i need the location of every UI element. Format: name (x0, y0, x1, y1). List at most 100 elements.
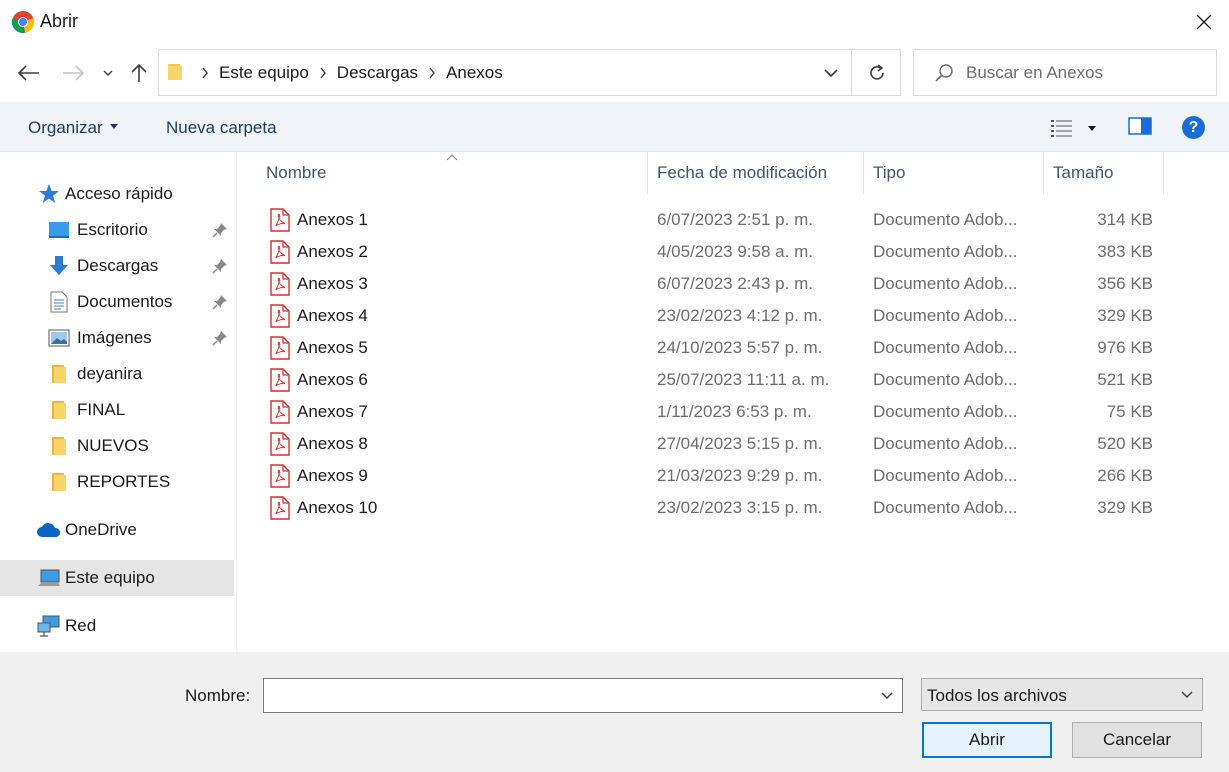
nav-label: Este equipo (65, 568, 155, 587)
nav-label: REPORTES (77, 472, 171, 491)
file-row[interactable]: Anexos 8 27/04/2023 5:15 p. m. Documento A… (267, 427, 1167, 459)
folder-icon (48, 435, 70, 457)
nav-label: Imágenes (77, 328, 152, 347)
nav-item-nuevos[interactable]: NUEVOS (0, 428, 234, 464)
file-type: Documento Adob... (873, 306, 1018, 325)
column-divider[interactable] (1163, 152, 1164, 194)
filename-input[interactable] (268, 679, 868, 712)
download-icon (48, 255, 70, 277)
open-button[interactable]: Abrir (922, 722, 1052, 758)
file-row[interactable]: Anexos 10 23/02/2023 3:15 p. m. Documento … (267, 491, 1167, 523)
file-date: 1/11/2023 6:53 p. m. (657, 402, 812, 421)
nav-item-documentos[interactable]: Documentos (0, 284, 234, 320)
file-name: Anexos 4 (297, 306, 368, 325)
file-date: 23/02/2023 3:15 p. m. (657, 498, 823, 517)
close-button[interactable] (1179, 0, 1229, 44)
column-header-size[interactable]: Tamaño (1053, 152, 1163, 194)
column-divider[interactable] (1043, 152, 1044, 194)
file-type: Documento Adob... (873, 338, 1018, 357)
file-name: Anexos 10 (297, 498, 378, 517)
star-icon (38, 183, 60, 205)
recent-locations-button[interactable] (94, 58, 122, 88)
file-size: 329 KB (1097, 306, 1153, 325)
nav-label: FINAL (77, 400, 126, 419)
file-type-dropdown-button[interactable] (1172, 679, 1202, 710)
folder-icon (48, 399, 70, 421)
file-name: Anexos 8 (297, 434, 368, 453)
address-bar[interactable]: Este equipo Descargas Anexos (158, 49, 901, 96)
nav-label: Documentos (77, 292, 173, 311)
nav-item-descargas[interactable]: Descargas (0, 248, 234, 284)
nav-quick-access[interactable]: Acceso rápido (0, 176, 234, 212)
column-header-date[interactable]: Fecha de modificación (657, 152, 863, 194)
nav-label: NUEVOS (77, 436, 149, 455)
file-name: Anexos 6 (297, 370, 368, 389)
document-icon (48, 291, 70, 313)
nav-item-deyanira[interactable]: deyanira (0, 356, 234, 392)
close-icon (1196, 14, 1212, 30)
nav-item-imagenes[interactable]: Imágenes (0, 320, 234, 356)
search-icon (935, 64, 953, 82)
nav-item-final[interactable]: FINAL (0, 392, 234, 428)
new-folder-button[interactable]: Nueva carpeta (166, 118, 277, 138)
folder-icon (48, 471, 70, 493)
preview-pane-button[interactable] (1128, 116, 1152, 141)
nav-onedrive[interactable]: OneDrive (0, 512, 234, 548)
nav-network[interactable]: Red (0, 608, 234, 644)
preview-pane-icon (1128, 117, 1152, 135)
search-input[interactable] (966, 50, 1211, 95)
file-row[interactable]: Anexos 1 6/07/2023 2:51 p. m. Documento Ad… (267, 203, 1167, 235)
file-size: 356 KB (1097, 274, 1153, 293)
file-type-select[interactable]: Todos los archivos (921, 678, 1203, 711)
column-divider[interactable] (863, 152, 864, 194)
pdf-file-icon (270, 272, 290, 301)
pdf-file-icon (270, 240, 290, 269)
breadcrumb: Este equipo Descargas Anexos (191, 63, 503, 83)
up-button[interactable] (124, 58, 154, 88)
chevron-down-icon (881, 692, 893, 699)
file-size: 75 KB (1106, 402, 1153, 421)
nav-item-escritorio[interactable]: Escritorio (0, 212, 234, 248)
cancel-button[interactable]: Cancelar (1072, 722, 1202, 758)
refresh-button[interactable] (852, 50, 901, 95)
chrome-icon (11, 11, 35, 33)
pdf-file-icon (270, 208, 290, 237)
search-box[interactable] (913, 49, 1217, 96)
file-row[interactable]: Anexos 5 24/10/2023 5:57 p. m. Documento A… (267, 331, 1167, 363)
address-dropdown-button[interactable] (811, 50, 851, 95)
breadcrumb-item[interactable]: Anexos (446, 63, 503, 83)
breadcrumb-item[interactable]: Descargas (337, 63, 418, 83)
nav-label: OneDrive (65, 520, 137, 539)
column-header-type[interactable]: Tipo (873, 152, 1043, 194)
file-row[interactable]: Anexos 7 1/11/2023 6:53 p. m. Documento Ad… (267, 395, 1167, 427)
column-header-name[interactable]: Nombre (266, 152, 647, 194)
help-button[interactable]: ? (1182, 116, 1205, 139)
back-button[interactable] (14, 58, 44, 88)
file-row[interactable]: Anexos 9 21/03/2023 9:29 p. m. Documento A… (267, 459, 1167, 491)
organize-menu-button[interactable]: Organizar (28, 118, 118, 138)
file-row[interactable]: Anexos 6 25/07/2023 11:11 a. m. Documento … (267, 363, 1167, 395)
file-name: Anexos 5 (297, 338, 368, 357)
filename-combobox[interactable] (263, 678, 903, 713)
file-size: 329 KB (1097, 498, 1153, 517)
computer-icon (36, 567, 62, 589)
file-row[interactable]: Anexos 2 4/05/2023 9:58 a. m. Documento Ad… (267, 235, 1167, 267)
file-type-value: Todos los archivos (927, 686, 1067, 705)
caret-down-icon (109, 124, 118, 130)
nav-item-reportes[interactable]: REPORTES (0, 464, 234, 500)
file-size: 383 KB (1097, 242, 1153, 261)
forward-button[interactable] (58, 58, 88, 88)
view-options-button[interactable] (1050, 116, 1100, 140)
file-row[interactable]: Anexos 3 6/07/2023 2:43 p. m. Documento Ad… (267, 267, 1167, 299)
nav-label: Descargas (77, 256, 159, 275)
file-date: 6/07/2023 2:43 p. m. (657, 274, 813, 293)
filename-dropdown-button[interactable] (872, 679, 902, 712)
column-divider[interactable] (647, 152, 648, 194)
image-icon (48, 327, 70, 349)
window-title: Abrir (40, 11, 79, 31)
file-row[interactable]: Anexos 4 23/02/2023 4:12 p. m. Documento A… (267, 299, 1167, 331)
breadcrumb-item[interactable]: Este equipo (219, 63, 309, 83)
nav-this-pc[interactable]: Este equipo (0, 560, 234, 596)
file-size: 976 KB (1097, 338, 1153, 357)
chevron-down-icon (824, 68, 838, 77)
